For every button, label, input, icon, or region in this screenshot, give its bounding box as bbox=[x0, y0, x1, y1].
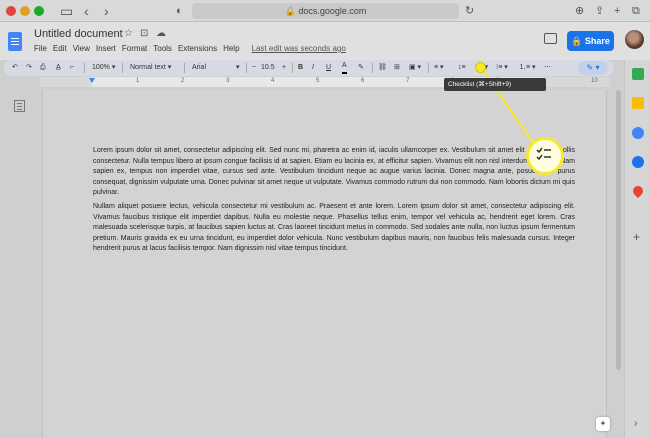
avatar[interactable] bbox=[625, 30, 644, 49]
explore-icon[interactable]: ✦ bbox=[596, 417, 610, 431]
document-page[interactable]: Lorem ipsum dolor sit amet, consectetur … bbox=[42, 90, 607, 438]
docs-header: Untitled document ☆ ⊡ ☁ File Edit View I… bbox=[0, 22, 650, 60]
menu-extensions[interactable]: Extensions bbox=[178, 44, 217, 53]
left-indent-marker[interactable] bbox=[89, 78, 95, 83]
zoom-value: 100% bbox=[92, 64, 110, 71]
toolbar-divider bbox=[292, 63, 293, 73]
font-value: Arial bbox=[192, 64, 207, 71]
share-label: Share bbox=[584, 36, 610, 46]
align-icon[interactable]: ≡ ▾ bbox=[434, 60, 444, 76]
style-value: Normal text bbox=[130, 64, 166, 71]
scrollbar-thumb[interactable] bbox=[616, 90, 621, 370]
italic-button[interactable]: I bbox=[312, 60, 314, 76]
spellcheck-icon[interactable]: A̲ bbox=[56, 60, 61, 76]
contacts-icon[interactable] bbox=[632, 156, 644, 168]
font-select[interactable]: Arial bbox=[192, 60, 206, 76]
menu-help[interactable]: Help bbox=[223, 44, 239, 53]
menu-view[interactable]: View bbox=[73, 44, 90, 53]
menu-edit[interactable]: Edit bbox=[53, 44, 67, 53]
ruler-label: 4 bbox=[271, 78, 275, 84]
document-title[interactable]: Untitled document bbox=[34, 28, 123, 40]
address-bar[interactable]: 🔒 docs.google.com bbox=[192, 3, 459, 19]
checklist-icon bbox=[536, 147, 551, 161]
star-icon[interactable]: ☆ bbox=[124, 28, 133, 39]
ruler-label: 6 bbox=[361, 78, 365, 84]
forward-icon[interactable]: › bbox=[104, 2, 109, 20]
line-spacing-icon[interactable]: ↕≡ bbox=[458, 60, 466, 76]
ruler-label: 10 bbox=[591, 78, 598, 84]
menu-tools[interactable]: Tools bbox=[153, 44, 172, 53]
reload-icon[interactable]: ↻ bbox=[465, 3, 474, 19]
increase-font-size-icon[interactable]: + bbox=[282, 60, 286, 76]
share-browser-icon[interactable]: ⇪ bbox=[595, 3, 604, 19]
menu-insert[interactable]: Insert bbox=[96, 44, 116, 53]
toolbar-divider bbox=[428, 63, 429, 73]
font-size-input[interactable]: 10.5 bbox=[261, 60, 275, 76]
comment-history-icon[interactable] bbox=[544, 33, 557, 44]
move-folder-icon[interactable]: ⊡ bbox=[140, 28, 148, 39]
last-edit-link[interactable]: Last edit was seconds ago bbox=[252, 44, 346, 53]
side-panel bbox=[624, 60, 650, 438]
url-text: docs.google.com bbox=[298, 6, 367, 16]
insert-link-icon[interactable]: ⛓ bbox=[378, 60, 387, 76]
insert-image-icon[interactable]: ▣ ▾ bbox=[409, 60, 421, 76]
document-outline-icon[interactable] bbox=[14, 100, 25, 112]
ruler-label: 5 bbox=[316, 78, 320, 84]
toolbar-divider bbox=[246, 63, 247, 73]
toolbar-divider bbox=[122, 63, 123, 73]
ruler-label: 3 bbox=[226, 78, 230, 84]
keep-icon[interactable] bbox=[632, 97, 644, 109]
sidebar-toggle-icon[interactable]: ▭ bbox=[60, 2, 73, 20]
zoom-select[interactable]: 100% ▾ bbox=[92, 60, 115, 76]
text-color-button[interactable]: A bbox=[342, 60, 347, 74]
paint-format-icon[interactable]: ⌐ bbox=[70, 60, 74, 76]
editing-mode-button[interactable]: ✎ ▾ bbox=[578, 61, 608, 75]
ruler-label: 1 bbox=[136, 78, 140, 84]
decrease-font-size-icon[interactable]: − bbox=[252, 60, 256, 76]
underline-button[interactable]: U bbox=[326, 60, 331, 76]
print-icon[interactable]: ⎙ bbox=[40, 60, 46, 76]
toolbar-divider bbox=[372, 63, 373, 73]
menu-file[interactable]: File bbox=[34, 44, 47, 53]
checklist-highlight-marker bbox=[475, 62, 486, 73]
checklist-tooltip: Checklist (⌘+Shift+9) bbox=[444, 78, 546, 91]
add-comment-icon[interactable]: ⊞ bbox=[394, 60, 400, 76]
toolbar-divider bbox=[84, 63, 85, 73]
docs-logo-icon[interactable] bbox=[8, 32, 22, 51]
minimize-window-button[interactable] bbox=[20, 6, 30, 16]
collapse-panel-icon[interactable]: › bbox=[634, 418, 637, 429]
back-icon[interactable]: ‹ bbox=[84, 2, 89, 20]
browser-bar: ▭ ‹ › ◐ 🔒 docs.google.com ↻ ⊕ ⇪ + ⧉ bbox=[0, 0, 650, 22]
toolbar-divider bbox=[184, 63, 185, 73]
bold-button[interactable]: B bbox=[298, 60, 303, 76]
cloud-status-icon[interactable]: ☁ bbox=[156, 28, 166, 39]
font-dropdown-icon[interactable]: ▾ bbox=[236, 60, 240, 76]
toolbar: ↶ ↷ ⎙ A̲ ⌐ 100% ▾ Normal text ▾ Arial ▾ … bbox=[4, 60, 614, 76]
ruler-label: 2 bbox=[181, 78, 185, 84]
numbered-list-icon[interactable]: ⒈≡ ▾ bbox=[519, 60, 536, 76]
redo-icon[interactable]: ↷ bbox=[26, 60, 32, 76]
privacy-shield-icon[interactable]: ◐ bbox=[176, 3, 183, 19]
sheets-icon[interactable] bbox=[632, 68, 644, 80]
menu-bar: File Edit View Insert Format Tools Exten… bbox=[34, 44, 346, 53]
tab-overview-icon[interactable]: ⧉ bbox=[632, 3, 640, 19]
body-paragraph[interactable]: Lorem ipsum dolor sit amet, consectetur … bbox=[93, 146, 575, 199]
ruler-label: 7 bbox=[406, 78, 410, 84]
share-button[interactable]: 🔒 Share bbox=[567, 31, 614, 51]
menu-format[interactable]: Format bbox=[122, 44, 147, 53]
style-select[interactable]: Normal text ▾ bbox=[130, 60, 171, 76]
download-icon[interactable]: ⊕ bbox=[575, 3, 584, 19]
bulleted-list-icon[interactable]: ⁝≡ ▾ bbox=[496, 60, 508, 76]
new-tab-icon[interactable]: + bbox=[614, 3, 620, 19]
close-window-button[interactable] bbox=[6, 6, 16, 16]
more-options-icon[interactable]: ⋯ bbox=[544, 60, 551, 76]
add-addon-icon[interactable]: + bbox=[633, 230, 640, 244]
body-paragraph[interactable]: Nullam aliquet posuere lectus, vehicula … bbox=[93, 202, 575, 255]
highlight-color-icon[interactable]: ✎ bbox=[358, 60, 364, 76]
undo-icon[interactable]: ↶ bbox=[12, 60, 18, 76]
maximize-window-button[interactable] bbox=[34, 6, 44, 16]
tasks-icon[interactable] bbox=[632, 127, 644, 139]
